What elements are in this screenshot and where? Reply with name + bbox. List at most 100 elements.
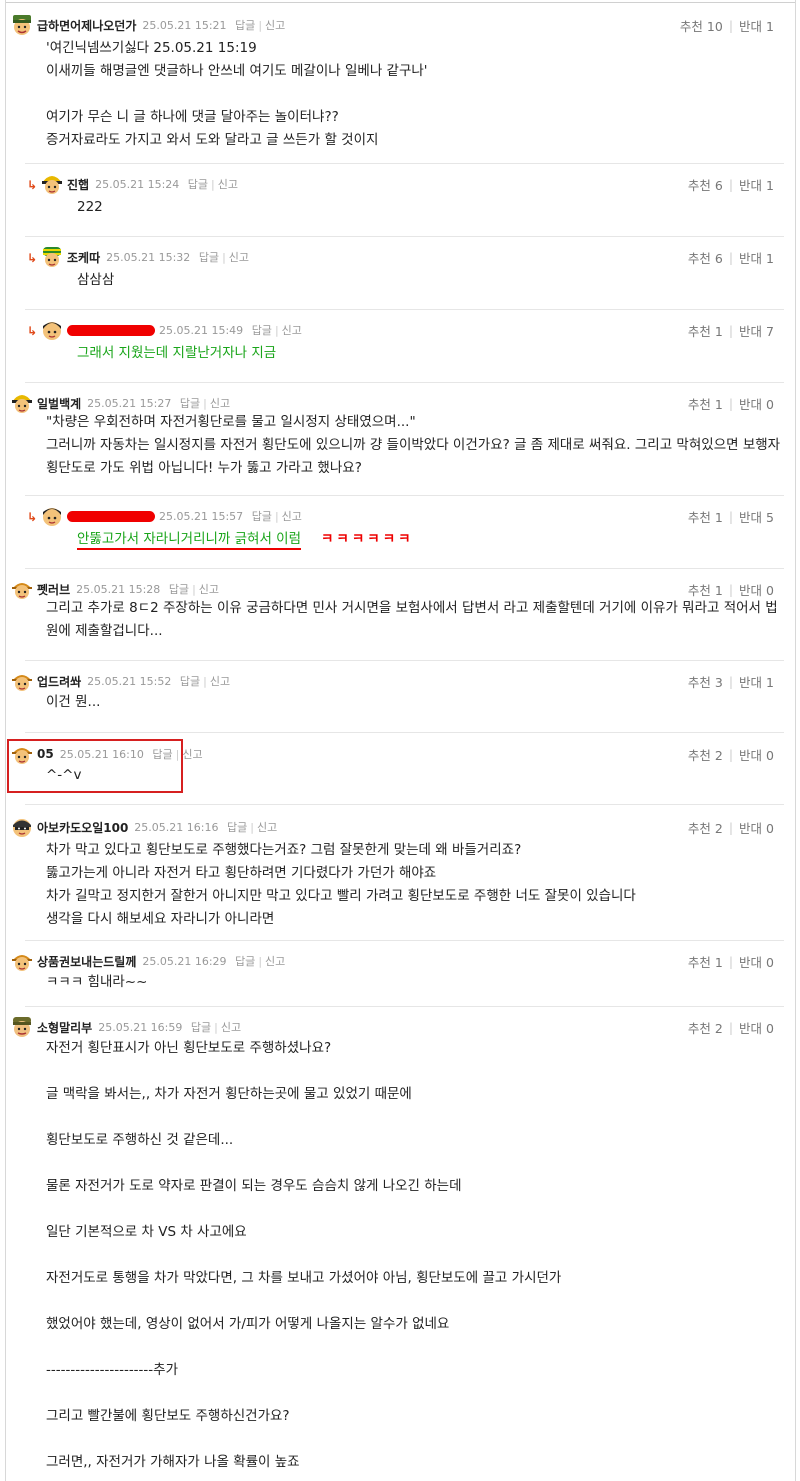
avatar[interactable] bbox=[40, 173, 64, 195]
report-link[interactable]: 신고 bbox=[282, 510, 302, 523]
nickname[interactable]: 상품권보내는드릴께 bbox=[37, 953, 136, 970]
upvote-button[interactable]: 추천 1 bbox=[688, 394, 723, 413]
report-link[interactable]: 신고 bbox=[221, 1021, 241, 1034]
vote-counts: 추천 2 | 반대 0 bbox=[687, 745, 774, 764]
highlight-annotation bbox=[7, 739, 183, 793]
reply-arrow-icon: ↳ bbox=[27, 510, 38, 524]
upvote-button[interactable]: 추천 10 bbox=[680, 16, 723, 35]
report-link[interactable]: 신고 bbox=[199, 583, 219, 596]
report-link[interactable]: 신고 bbox=[210, 675, 230, 688]
comment-body: "차량은 우회전하며 자전거횡단로를 물고 일시정지 상태였으며..." 그러니까… bbox=[46, 411, 780, 480]
reply-link[interactable]: 답글 bbox=[191, 1021, 211, 1034]
reply-link[interactable]: 답글 bbox=[169, 583, 189, 596]
avatar[interactable] bbox=[40, 505, 64, 527]
upvote-button[interactable]: 추천 3 bbox=[688, 672, 723, 691]
comment-meta: 25.05.21 15:21 답글 | 신고 bbox=[142, 19, 286, 32]
nickname[interactable]: 진햅 bbox=[67, 176, 89, 193]
downvote-button[interactable]: 반대 0 bbox=[739, 818, 774, 837]
timestamp: 25.05.21 15:28 bbox=[76, 583, 161, 596]
reply-link[interactable]: 답글 bbox=[180, 397, 200, 410]
report-link[interactable]: 신고 bbox=[182, 748, 202, 761]
comment-line: 안뚫고가서 자라니거리니까 긁혀서 이럼 ㅋㅋㅋㅋㅋㅋ bbox=[77, 528, 414, 551]
nickname[interactable]: 소형말리부 bbox=[37, 1019, 92, 1036]
reply-arrow-icon: ↳ bbox=[27, 251, 38, 265]
downvote-button[interactable]: 반대 0 bbox=[739, 580, 774, 599]
nickname[interactable]: 급하면어제나오던가 bbox=[37, 17, 136, 34]
downvote-button[interactable]: 반대 1 bbox=[739, 175, 774, 194]
downvote-count: 0 bbox=[766, 954, 774, 970]
comment-meta: 25.05.21 15:24 답글 | 신고 bbox=[95, 178, 238, 191]
report-link[interactable]: 신고 bbox=[229, 251, 249, 264]
underlined-text: 안뚫고가서 자라니거리니까 긁혀서 이럼 bbox=[77, 531, 302, 550]
upvote-button[interactable]: 추천 1 bbox=[688, 952, 723, 971]
downvote-button[interactable]: 반대 5 bbox=[739, 507, 774, 526]
reply-link[interactable]: 답글 bbox=[188, 178, 208, 191]
comment-line: '여긴닉넴쓰기싫다 25.05.21 15:19 bbox=[46, 40, 257, 56]
avatar[interactable] bbox=[10, 14, 34, 36]
reply-link[interactable]: 답글 bbox=[252, 510, 272, 523]
avatar[interactable] bbox=[10, 950, 34, 972]
comment-line: ㅋㅋㅋ 힘내라~~ bbox=[46, 974, 148, 990]
downvote-button[interactable]: 반대 0 bbox=[739, 1018, 774, 1037]
report-link[interactable]: 신고 bbox=[257, 821, 277, 834]
avatar[interactable] bbox=[40, 319, 64, 341]
report-link[interactable]: 신고 bbox=[265, 955, 285, 968]
avatar[interactable] bbox=[10, 578, 34, 600]
avatar[interactable] bbox=[10, 670, 34, 692]
avatar[interactable] bbox=[10, 1016, 34, 1038]
reply-link[interactable]: 답글 bbox=[252, 324, 272, 337]
upvote-button[interactable]: 추천 1 bbox=[688, 580, 723, 599]
vote-counts: 추천 1 | 반대 0 bbox=[687, 952, 774, 971]
upvote-button[interactable]: 추천 1 bbox=[688, 321, 723, 340]
reply-link[interactable]: 답글 bbox=[235, 955, 255, 968]
annotation-laugh: ㅋㅋㅋㅋㅋㅋ bbox=[321, 531, 414, 547]
nickname[interactable]: 업드려쏴 bbox=[37, 673, 81, 690]
timestamp: 25.05.21 16:29 bbox=[142, 955, 227, 968]
comment-header: 업드려쏴 25.05.21 15:52 답글 | 신고 bbox=[10, 669, 230, 693]
report-link[interactable]: 신고 bbox=[218, 178, 238, 191]
upvote-button[interactable]: 추천 2 bbox=[688, 1018, 723, 1037]
upvote-button[interactable]: 추천 6 bbox=[688, 248, 723, 267]
downvote-count: 1 bbox=[766, 18, 774, 34]
downvote-count: 1 bbox=[766, 250, 774, 266]
comment-header: 25.05.21 15:57 답글 | 신고 bbox=[40, 504, 302, 528]
comment-header: 25.05.21 15:49 답글 | 신고 bbox=[40, 318, 302, 342]
avatar[interactable] bbox=[10, 816, 34, 838]
report-link[interactable]: 신고 bbox=[265, 19, 285, 32]
reply-link[interactable]: 답글 bbox=[227, 821, 247, 834]
comment-meta: 25.05.21 16:59 답글 | 신고 bbox=[98, 1021, 242, 1034]
reply-link[interactable]: 답글 bbox=[199, 251, 219, 264]
comment: 소형말리부 25.05.21 16:59 답글 | 신고 추천 2 | 반대 0 자… bbox=[13, 1015, 784, 1481]
avatar[interactable] bbox=[10, 392, 34, 414]
report-link[interactable]: 신고 bbox=[282, 324, 302, 337]
upvote-count: 2 bbox=[714, 747, 723, 763]
comment-line: 여기가 무슨 니 글 하나에 댓글 달아주는 놀이터냐?? bbox=[46, 109, 339, 125]
upvote-button[interactable]: 추천 2 bbox=[688, 818, 723, 837]
report-link[interactable]: 신고 bbox=[210, 397, 230, 410]
upvote-button[interactable]: 추천 2 bbox=[688, 745, 723, 764]
upvote-count: 6 bbox=[714, 250, 723, 266]
avatar[interactable] bbox=[40, 246, 64, 268]
downvote-button[interactable]: 반대 1 bbox=[739, 16, 774, 35]
upvote-button[interactable]: 추천 1 bbox=[688, 507, 723, 526]
downvote-button[interactable]: 반대 7 bbox=[739, 321, 774, 340]
nickname[interactable]: 일벌백계 bbox=[37, 395, 81, 412]
downvote-button[interactable]: 반대 1 bbox=[739, 248, 774, 267]
downvote-button[interactable]: 반대 1 bbox=[739, 672, 774, 691]
reply-link[interactable]: 답글 bbox=[235, 19, 255, 32]
downvote-button[interactable]: 반대 0 bbox=[739, 952, 774, 971]
comment-line: 222 bbox=[77, 199, 103, 215]
comment-meta: 25.05.21 16:29 답글 | 신고 bbox=[142, 955, 286, 968]
comment-meta: 25.05.21 15:57 답글 | 신고 bbox=[159, 510, 302, 523]
comment: 일벌백계 25.05.21 15:27 답글 | 신고 추천 1 | 반대 0 "차… bbox=[12, 391, 784, 496]
upvote-button[interactable]: 추천 6 bbox=[688, 175, 723, 194]
reply-link[interactable]: 답글 bbox=[180, 675, 200, 688]
comment-line: 일단 기본적으로 차 VS 차 사고에요 bbox=[46, 1224, 247, 1240]
downvote-count: 0 bbox=[766, 1020, 774, 1036]
downvote-button[interactable]: 반대 0 bbox=[739, 745, 774, 764]
nickname[interactable]: 조케따 bbox=[67, 249, 100, 266]
nickname[interactable]: 펫러브 bbox=[37, 581, 70, 598]
nickname[interactable]: 아보카도오일100 bbox=[37, 819, 128, 836]
downvote-button[interactable]: 반대 0 bbox=[739, 394, 774, 413]
upvote-count: 6 bbox=[714, 177, 723, 193]
